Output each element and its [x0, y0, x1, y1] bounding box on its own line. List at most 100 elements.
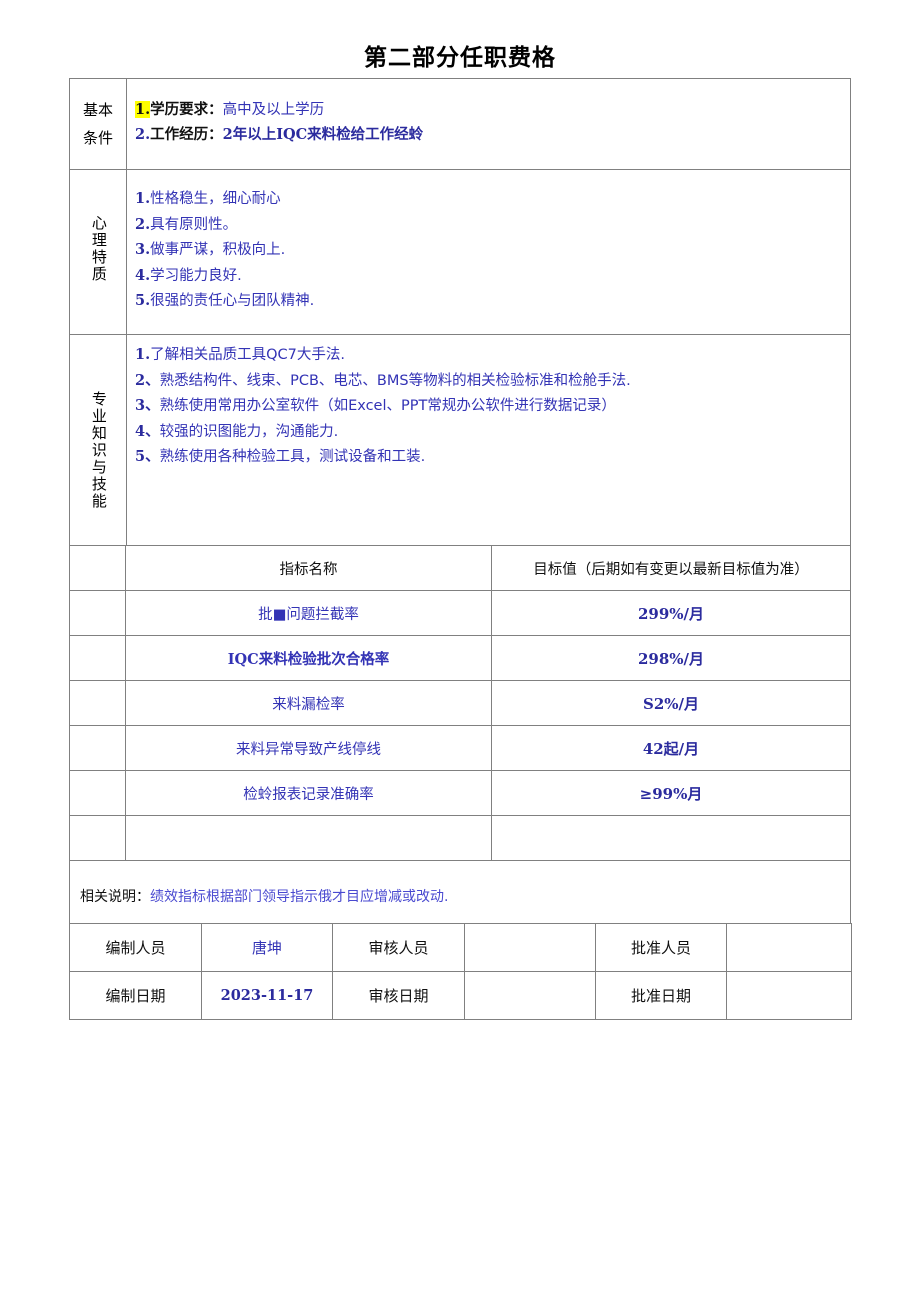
- list-item: 5.很强的责任心与团队精神.: [135, 289, 842, 315]
- item-text: 做事严谋，积极向上.: [150, 242, 286, 259]
- item-number: 5.: [135, 292, 151, 310]
- sign-value-approve-date[interactable]: [726, 971, 852, 1020]
- row-content-psych-traits: 1.性格稳生，细心耐心 2.具有原则性。 3.做事严谋，积极向上. 4.学习能力…: [126, 169, 851, 335]
- item-number: 2.: [135, 126, 151, 143]
- table-row: 心理特质 1.性格稳生，细心耐心 2.具有原则性。 3.做事严谋，积极向上. 4…: [69, 169, 851, 335]
- item-text: 熟练使用各种检验工具，测试设备和工装.: [159, 449, 426, 465]
- row-content-basic-conditions: 1.学历要求：高中及以上学历 2.工作经历：2年以上IQC来料检给工作经蛉: [126, 78, 851, 170]
- sign-label-approve-date: 批准日期: [595, 971, 727, 1020]
- list-item: 5、熟练使用各种检验工具，测试设备和工装.: [135, 445, 842, 471]
- item-number: 3、: [135, 397, 160, 414]
- kpi-header-name: 指标名称: [125, 545, 492, 591]
- table-row: 相关说明：绩效指标根据部门领导指示俄才目应增减或改动.: [69, 860, 851, 932]
- row-label-basic-conditions: 基本 条件: [69, 78, 127, 170]
- kpi-value: 299%/月: [491, 590, 851, 636]
- list-item: 1.学历要求：高中及以上学历: [135, 98, 842, 124]
- list-item: 3.做事严谋，积极向上.: [135, 238, 842, 264]
- row-label-vertical: 心理特质: [89, 214, 108, 283]
- kpi-spacer-cell: [69, 635, 126, 681]
- item-number-highlighted: 1.: [135, 100, 151, 118]
- kpi-value: 298%/月: [491, 635, 851, 681]
- table-row: 来料漏检率 S2%/月: [69, 680, 851, 726]
- item-text: 较强的识图能力，沟通能力.: [159, 423, 339, 440]
- table-row: 编制日期 2023-11-17 审核日期 批准日期: [69, 971, 852, 1020]
- table-row: 来料异常导致产线停线 42起/月: [69, 725, 851, 771]
- list-item: 4.学习能力良好.: [135, 264, 842, 290]
- kpi-spacer-cell: [69, 815, 126, 861]
- table-header-row: 指标名称 目标值（后期如有变更以最新目标值为准）: [69, 545, 851, 591]
- kpi-table: 指标名称 目标值（后期如有变更以最新目标值为准） 批■问题拦截率 299%/月 …: [69, 545, 851, 932]
- kpi-name: 批■问题拦截率: [125, 590, 492, 636]
- signature-table: 编制人员 唐坤 审核人员 批准人员 编制日期 2023-11-17 审核日期 批…: [69, 923, 852, 1020]
- sign-label-review-date: 审核日期: [332, 971, 465, 1020]
- table-row: IQC来料检验批次合格率 298%/月: [69, 635, 851, 681]
- kpi-value: S2%/月: [491, 680, 851, 726]
- kpi-spacer-cell: [69, 545, 126, 591]
- item-text: 具有原则性。: [150, 216, 238, 233]
- page-title: 第二部分任职费格: [364, 45, 556, 71]
- row-label-vertical: 专业知识与技能: [89, 391, 108, 511]
- item-text: 2年以上IQC来料检给工作经蛉: [222, 126, 424, 143]
- item-number: 4、: [135, 422, 160, 440]
- kpi-spacer-cell: [69, 680, 126, 726]
- kpi-value: 42起/月: [491, 725, 851, 771]
- list-item: 2.工作经历：2年以上IQC来料检给工作经蛉: [135, 123, 842, 149]
- kpi-spacer-cell: [69, 725, 126, 771]
- item-text: 熟悉结构件、线束、PCB、电芯、BMS等物料的相关检验标准和检舱手法.: [159, 372, 631, 389]
- row-content-professional-skills: 1.了解相关品质工具QC7大手法. 2、熟悉结构件、线束、PCB、电芯、BMS等…: [126, 334, 851, 574]
- kpi-spacer-cell: [69, 770, 126, 816]
- document-page: 第二部分任职费格 基本 条件 1.学历要求：高中及以上学历 2.工作经历：2年以…: [0, 0, 920, 1301]
- kpi-name: [125, 815, 492, 861]
- kpi-name: 来料异常导致产线停线: [125, 725, 492, 771]
- list-item: 1.性格稳生，细心耐心: [135, 187, 842, 213]
- sign-label-prepare-date: 编制日期: [69, 971, 202, 1020]
- kpi-value: ≥99%月: [491, 770, 851, 816]
- table-row: 专业知识与技能 1.了解相关品质工具QC7大手法. 2、熟悉结构件、线束、PCB…: [69, 334, 851, 574]
- item-number: 2.: [135, 215, 151, 233]
- qualification-table: 基本 条件 1.学历要求：高中及以上学历 2.工作经历：2年以上IQC来料检给工…: [69, 78, 851, 574]
- list-item: 3、熟练使用常用办公室软件（如Excel、PPT常规办公软件进行数据记录）: [135, 394, 842, 420]
- item-text: 性格稳生，细心耐心: [150, 191, 281, 208]
- kpi-value: [491, 815, 851, 861]
- kpi-header-value: 目标值（后期如有变更以最新目标值为准）: [491, 545, 851, 591]
- item-number: 2、: [135, 371, 160, 389]
- table-row: 检蛉报表记录准确率 ≥99%月: [69, 770, 851, 816]
- kpi-name: 检蛉报表记录准确率: [125, 770, 492, 816]
- kpi-spacer-cell: [69, 590, 126, 636]
- item-text: 学习能力良好.: [150, 267, 242, 284]
- sign-label-reviewer: 审核人员: [332, 923, 465, 972]
- item-text: 很强的责任心与团队精神.: [150, 293, 315, 310]
- list-item: 2、熟悉结构件、线束、PCB、电芯、BMS等物料的相关检验标准和检舱手法.: [135, 369, 842, 395]
- row-label-psych-traits: 心理特质: [69, 169, 127, 335]
- item-lead: 学历要求：: [150, 101, 223, 118]
- sign-value-review-date[interactable]: [464, 971, 596, 1020]
- sign-value-prepare-date[interactable]: 2023-11-17: [201, 971, 333, 1020]
- kpi-note-text: 绩效指标根据部门领导指示俄才目应增减或改动.: [150, 889, 449, 905]
- kpi-note-row: 相关说明：绩效指标根据部门领导指示俄才目应增减或改动.: [69, 860, 851, 932]
- item-number: 3.: [135, 241, 151, 259]
- item-text: 高中及以上学历: [222, 101, 325, 118]
- sign-value-preparer[interactable]: 唐坤: [201, 923, 333, 972]
- item-number: 1.: [135, 190, 151, 208]
- item-number: 4.: [135, 266, 151, 284]
- table-row: 批■问题拦截率 299%/月: [69, 590, 851, 636]
- table-row: 编制人员 唐坤 审核人员 批准人员: [69, 923, 852, 972]
- row-label-line: 条件: [82, 129, 113, 147]
- item-number: 1.: [135, 346, 151, 363]
- kpi-name: IQC来料检验批次合格率: [125, 635, 492, 681]
- table-row: 基本 条件 1.学历要求：高中及以上学历 2.工作经历：2年以上IQC来料检给工…: [69, 78, 851, 170]
- table-row: [69, 815, 851, 861]
- item-text: 了解相关品质工具QC7大手法.: [150, 347, 346, 363]
- kpi-name: 来料漏检率: [125, 680, 492, 726]
- sign-label-approver: 批准人员: [595, 923, 727, 972]
- sign-value-reviewer[interactable]: [464, 923, 596, 972]
- row-label-line: 基本: [82, 100, 113, 119]
- sign-label-preparer: 编制人员: [69, 923, 202, 972]
- list-item: 4、较强的识图能力，沟通能力.: [135, 420, 842, 446]
- list-item: 2.具有原则性。: [135, 213, 842, 239]
- kpi-note-label: 相关说明：: [80, 889, 150, 905]
- row-label-professional-skills: 专业知识与技能: [69, 334, 127, 574]
- item-lead: 工作经历：: [150, 127, 223, 143]
- item-text: 熟练使用常用办公室软件（如Excel、PPT常规办公软件进行数据记录）: [159, 398, 616, 414]
- sign-value-approver[interactable]: [726, 923, 852, 972]
